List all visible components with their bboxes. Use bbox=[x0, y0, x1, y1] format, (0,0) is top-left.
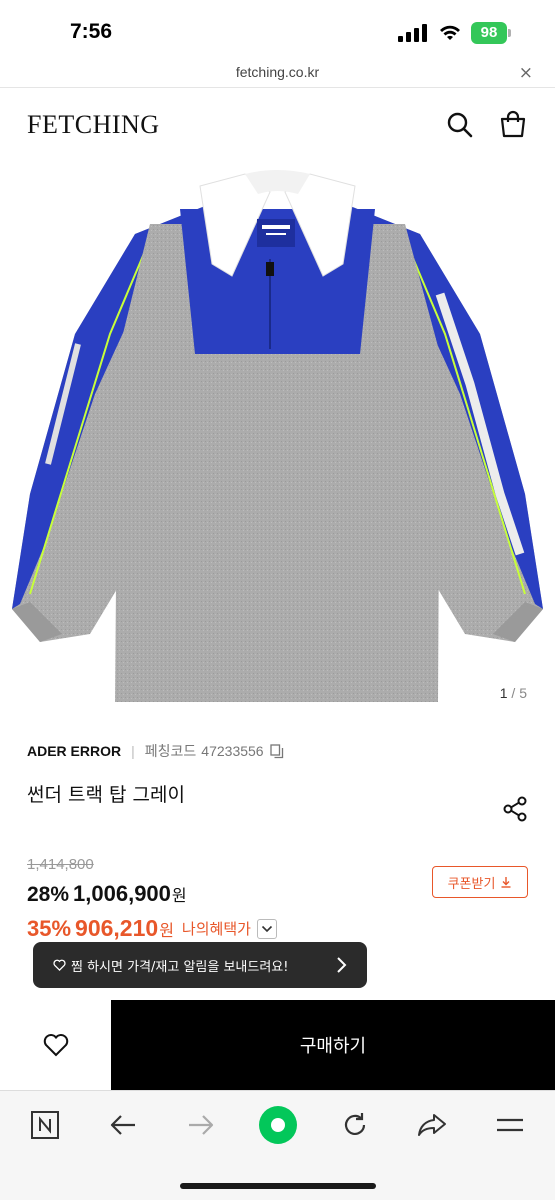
site-logo[interactable]: FETCHING bbox=[27, 110, 160, 140]
copy-icon[interactable] bbox=[269, 743, 284, 759]
price-row: 28% 1,006,900 원 bbox=[27, 881, 187, 907]
original-price: 1,414,800 bbox=[27, 856, 94, 873]
chevron-right-icon bbox=[337, 957, 347, 973]
currency-label: 원 bbox=[171, 886, 187, 905]
wifi-icon bbox=[440, 25, 460, 40]
share-forward-icon[interactable] bbox=[416, 1109, 448, 1141]
image-counter-current: 1 bbox=[499, 685, 508, 701]
url-text[interactable]: fetching.co.kr bbox=[0, 64, 555, 80]
site-header: FETCHING bbox=[0, 90, 555, 162]
coupon-button[interactable]: 쿠폰받기 bbox=[432, 866, 528, 898]
wishlist-toast[interactable]: 찜 하시면 가격/재고 알림을 보내드려요! bbox=[33, 942, 367, 988]
buy-button[interactable]: 구매하기 bbox=[111, 1000, 555, 1090]
image-counter-separator: / bbox=[511, 685, 516, 701]
heart-icon bbox=[43, 1034, 68, 1057]
chevron-down-icon bbox=[261, 925, 273, 932]
benefit-currency: 원 bbox=[159, 920, 174, 940]
browser-url-bar[interactable]: fetching.co.kr × bbox=[0, 62, 555, 88]
benefit-percent: 35% bbox=[27, 915, 72, 941]
battery-icon: 98 bbox=[471, 22, 511, 44]
benefit-price-row: 35% 906,210 원 나의혜택가 bbox=[27, 915, 277, 942]
back-arrow-icon[interactable] bbox=[107, 1109, 139, 1141]
heart-outline-icon bbox=[53, 959, 66, 971]
forward-arrow-icon[interactable] bbox=[185, 1109, 217, 1141]
status-time: 7:56 bbox=[70, 20, 113, 43]
benefit-expand-button[interactable] bbox=[256, 918, 277, 939]
brand-name[interactable]: ADER ERROR bbox=[27, 743, 121, 759]
product-code: 47233556 bbox=[201, 743, 264, 759]
shopping-bag-icon[interactable] bbox=[498, 110, 528, 140]
benefit-price: 906,210 bbox=[75, 915, 159, 941]
image-counter: 1 / 5 bbox=[500, 685, 527, 701]
purchase-bar: 구매하기 bbox=[0, 1000, 555, 1090]
search-icon[interactable] bbox=[445, 110, 475, 140]
image-counter-total: 5 bbox=[519, 685, 527, 701]
divider: | bbox=[131, 743, 135, 759]
coupon-button-label: 쿠폰받기 bbox=[447, 876, 496, 892]
download-icon bbox=[501, 877, 511, 888]
browser-toolbar bbox=[0, 1090, 555, 1200]
discount-percent: 28% bbox=[27, 883, 70, 906]
close-icon[interactable]: × bbox=[519, 63, 533, 83]
home-circle-icon[interactable] bbox=[258, 1105, 298, 1145]
benefit-label: 나의혜택가 bbox=[181, 920, 251, 938]
product-code-label: 페칭코드 bbox=[144, 743, 197, 759]
product-image[interactable] bbox=[0, 164, 555, 709]
reload-icon[interactable] bbox=[339, 1109, 371, 1141]
cellular-signal-icon bbox=[398, 24, 428, 42]
toast-message: 찜 하시면 가격/재고 알림을 보내드려요! bbox=[71, 959, 289, 975]
menu-icon[interactable] bbox=[494, 1109, 526, 1141]
naver-n-icon[interactable] bbox=[29, 1109, 61, 1141]
battery-level: 98 bbox=[471, 22, 507, 44]
wishlist-button[interactable] bbox=[0, 1000, 111, 1090]
status-bar: 7:56 98 bbox=[0, 0, 555, 62]
brand-row: ADER ERROR | 페칭코드 47233556 bbox=[27, 741, 284, 761]
sale-price: 1,006,900 bbox=[73, 881, 171, 906]
share-icon[interactable] bbox=[501, 795, 529, 823]
home-indicator bbox=[180, 1183, 376, 1189]
jacket-illustration bbox=[12, 170, 543, 702]
product-title: 썬더 트랙 탑 그레이 bbox=[27, 784, 185, 806]
